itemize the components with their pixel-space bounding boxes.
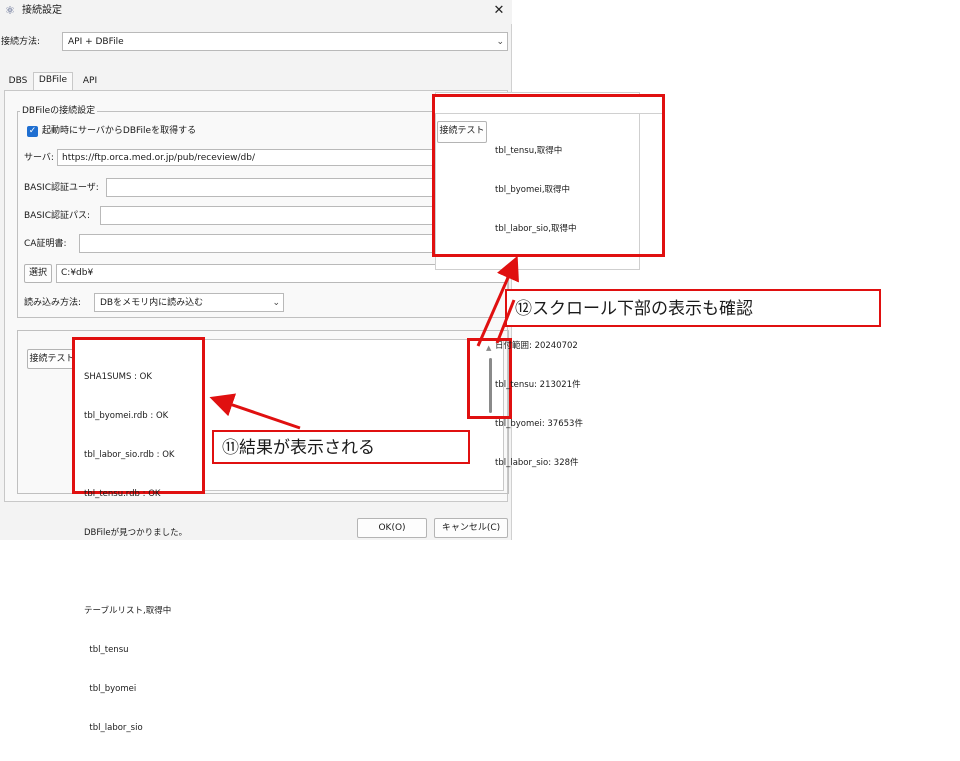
arrow-to-result [209, 393, 301, 430]
annotation-arrows [209, 255, 519, 430]
result-line: テーブルリスト,取得中 [84, 606, 172, 616]
result-line: tbl_byomei [84, 684, 137, 694]
result-line [84, 566, 187, 579]
result-line: tbl_labor_sio [84, 723, 143, 733]
result-line: tbl_tensu [84, 645, 129, 655]
arrow-note-link [495, 299, 516, 344]
arrow-to-zoom [476, 255, 519, 347]
